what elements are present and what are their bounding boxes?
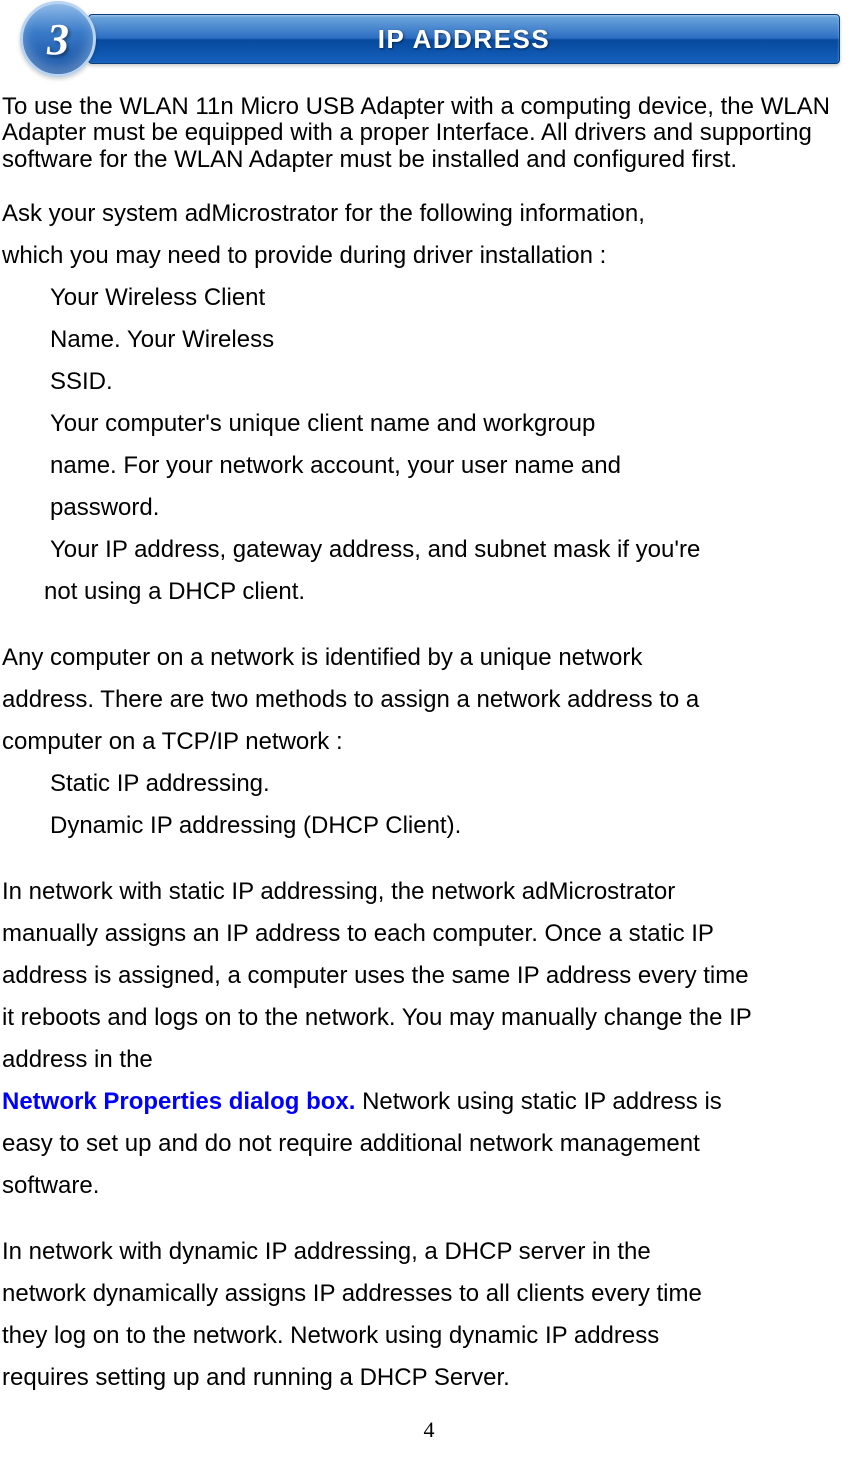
static-line: easy to set up and do not require additi… (2, 1123, 856, 1165)
para2-line: address. There are two methods to assign… (2, 679, 856, 721)
title-bar: IP ADDRESS (88, 14, 840, 64)
need-line: not using a DHCP client. (2, 571, 856, 613)
static-line: manually assigns an IP address to each c… (2, 913, 856, 955)
header-bar: 3 IP ADDRESS (20, 4, 840, 74)
page-content: To use the WLAN 11n Micro USB Adapter wi… (0, 94, 860, 1442)
static-line: it reboots and logs on to the network. Y… (2, 997, 856, 1039)
step-number: 3 (47, 14, 69, 65)
ask-section: Ask your system adMicrostrator for the f… (2, 193, 856, 613)
para2-line: Any computer on a network is identified … (2, 637, 856, 679)
network-address-section: Any computer on a network is identified … (2, 637, 856, 847)
static-line: address is assigned, a computer uses the… (2, 955, 856, 997)
static-line-rest: Network using static IP address is (355, 1088, 721, 1115)
step-badge: 3 (20, 1, 96, 77)
dynamic-line: In network with dynamic IP addressing, a… (2, 1231, 856, 1273)
need-line: Name. Your Wireless (2, 319, 856, 361)
ask-line-1: Ask your system adMicrostrator for the f… (2, 193, 856, 235)
need-line: password. (2, 487, 856, 529)
dynamic-line: network dynamically assigns IP addresses… (2, 1273, 856, 1315)
para2-line: computer on a TCP/IP network : (2, 721, 856, 763)
static-ip-section: In network with static IP addressing, th… (2, 871, 856, 1207)
need-line: Your Wireless Client (2, 277, 856, 319)
need-line: SSID. (2, 361, 856, 403)
network-properties-highlight: Network Properties dialog box. (2, 1088, 355, 1115)
page-number: 4 (2, 1417, 856, 1442)
method-line: Static IP addressing. (2, 763, 856, 805)
dynamic-line: they log on to the network. Network usin… (2, 1315, 856, 1357)
static-line: In network with static IP addressing, th… (2, 871, 856, 913)
static-line-highlight: Network Properties dialog box. Network u… (2, 1081, 856, 1123)
dynamic-line: requires setting up and running a DHCP S… (2, 1357, 856, 1399)
intro-paragraph: To use the WLAN 11n Micro USB Adapter wi… (2, 94, 856, 173)
need-line: Your IP address, gateway address, and su… (2, 529, 856, 571)
static-line: address in the (2, 1039, 856, 1081)
need-line: name. For your network account, your use… (2, 445, 856, 487)
need-line: Your computer's unique client name and w… (2, 403, 856, 445)
ask-line-2: which you may need to provide during dri… (2, 235, 856, 277)
method-line: Dynamic IP addressing (DHCP Client). (2, 805, 856, 847)
title-text: IP ADDRESS (378, 24, 551, 55)
static-line: software. (2, 1165, 856, 1207)
dynamic-ip-section: In network with dynamic IP addressing, a… (2, 1231, 856, 1399)
